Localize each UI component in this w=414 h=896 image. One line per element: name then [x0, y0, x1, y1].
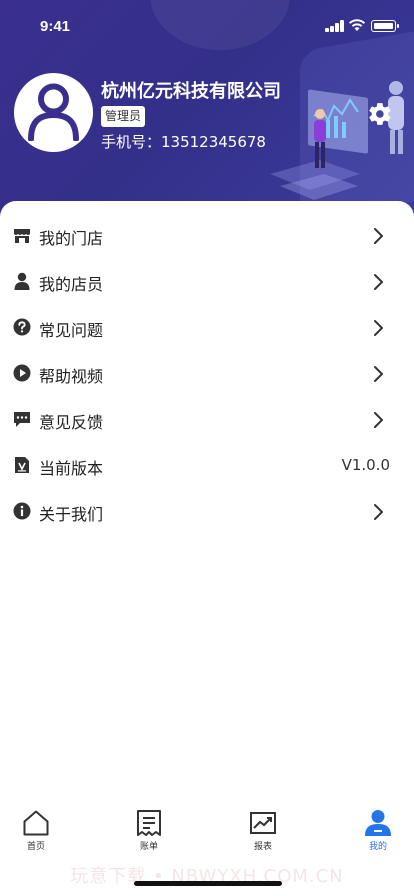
avatar[interactable]	[14, 73, 93, 152]
store-icon	[14, 229, 30, 243]
report-icon	[250, 812, 276, 834]
chevron-right-icon	[374, 320, 383, 336]
menu-item-about-us[interactable]: 关于我们	[0, 489, 414, 535]
tab-reports[interactable]: 报表	[233, 809, 293, 857]
menu-panel: 我的门店 我的店员 常见问题 帮助视频 意见反馈 当前版本 V1.0.0 关于我…	[0, 201, 414, 801]
tab-label: 首页	[26, 842, 45, 852]
chevron-right-icon	[374, 504, 383, 520]
tab-bills[interactable]: 账单	[119, 809, 179, 857]
status-time: 9:41	[40, 18, 71, 35]
tab-label: 报表	[253, 842, 272, 852]
chevron-right-icon	[374, 228, 383, 244]
chevron-right-icon	[374, 412, 383, 428]
menu-item-feedback[interactable]: 意见反馈	[0, 397, 414, 443]
menu-item-label: 我的店员	[39, 275, 104, 294]
menu-item-label: 当前版本	[39, 459, 104, 478]
battery-icon	[371, 20, 399, 32]
menu-item-current-version: 当前版本 V1.0.0	[0, 443, 414, 489]
person-icon	[14, 272, 30, 290]
role-badge: 管理员	[101, 106, 146, 127]
menu-item-label: 关于我们	[39, 505, 104, 524]
user-avatar-icon	[28, 83, 79, 141]
menu-item-label: 常见问题	[39, 321, 104, 340]
feedback-icon	[14, 412, 30, 427]
tab-label: 我的	[368, 842, 387, 852]
settings-gear-icon[interactable]	[367, 101, 393, 127]
profile-header: 9:41 杭州亿元科技有限公司 管理员 手机号：13512345678	[0, 0, 414, 226]
info-icon	[13, 502, 31, 520]
question-icon	[13, 318, 31, 336]
menu-item-label: 我的门店	[39, 229, 104, 248]
chevron-right-icon	[374, 274, 383, 290]
cellular-signal-icon	[325, 20, 345, 32]
bill-icon	[137, 810, 161, 836]
menu-item-my-stores[interactable]: 我的门店	[0, 213, 414, 259]
tab-mine[interactable]: 我的	[348, 809, 408, 857]
phone-number: 手机号：13512345678	[101, 133, 266, 151]
home-indicator[interactable]	[134, 881, 282, 886]
menu-item-label: 帮助视频	[39, 367, 104, 386]
version-value: V1.0.0	[341, 456, 390, 474]
chevron-right-icon	[374, 366, 383, 382]
menu-item-my-staff[interactable]: 我的店员	[0, 259, 414, 305]
status-bar: 9:41	[0, 0, 414, 50]
play-icon	[13, 364, 31, 382]
wifi-icon	[348, 19, 366, 31]
version-icon	[15, 457, 29, 473]
tab-home[interactable]: 首页	[6, 809, 66, 857]
tab-label: 账单	[139, 842, 158, 852]
user-icon	[365, 810, 391, 836]
home-icon	[23, 810, 49, 836]
menu-item-faq[interactable]: 常见问题	[0, 305, 414, 351]
company-name: 杭州亿元科技有限公司	[101, 81, 281, 102]
menu-item-help-videos[interactable]: 帮助视频	[0, 351, 414, 397]
menu-item-label: 意见反馈	[39, 413, 104, 432]
